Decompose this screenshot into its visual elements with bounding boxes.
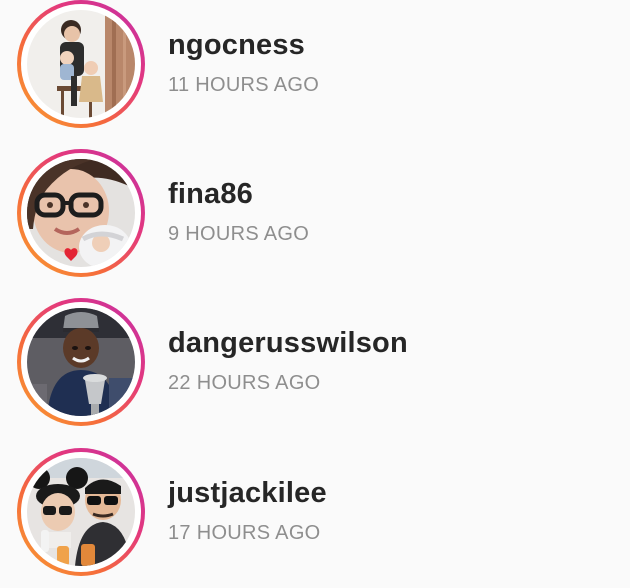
story-ring[interactable] xyxy=(17,0,145,128)
story-time: 22 HOURS AGO xyxy=(168,372,321,394)
story-username[interactable]: fina86 xyxy=(168,178,253,211)
story-item[interactable]: ngocness 11 HOURS AGO xyxy=(0,0,630,137)
story-ring[interactable] xyxy=(17,149,145,277)
story-time: 9 HOURS AGO xyxy=(168,223,310,245)
story-username[interactable]: ngocness xyxy=(168,29,305,62)
avatar xyxy=(27,10,135,118)
story-item[interactable]: justjackilee 17 HOURS AGO xyxy=(0,435,630,585)
story-item[interactable]: dangerusswilson 22 HOURS AGO xyxy=(0,285,630,435)
avatar xyxy=(27,308,135,416)
avatar xyxy=(27,159,135,267)
story-ring[interactable] xyxy=(17,298,145,426)
story-username[interactable]: dangerusswilson xyxy=(168,327,408,360)
story-item[interactable]: fina86 9 HOURS AGO xyxy=(0,136,630,286)
story-username[interactable]: justjackilee xyxy=(168,477,327,510)
story-list: ngocness 11 HOURS AGO fina86 9 HOURS AGO… xyxy=(0,0,630,588)
avatar xyxy=(27,458,135,566)
story-time: 17 HOURS AGO xyxy=(168,522,321,544)
story-time: 11 HOURS AGO xyxy=(168,74,320,96)
story-ring[interactable] xyxy=(17,448,145,576)
